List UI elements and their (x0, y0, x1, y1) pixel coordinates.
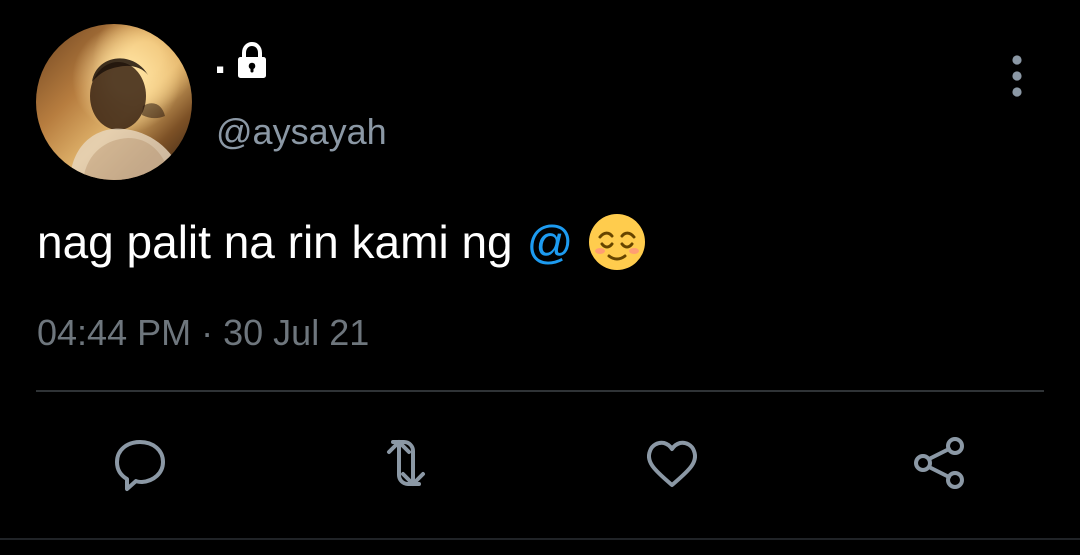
tweet-text: nag palit na rin kami ng @ (37, 212, 647, 272)
reply-button[interactable] (109, 432, 171, 494)
timestamp-separator: · (201, 312, 214, 353)
tweet-date: 30 Jul 21 (223, 312, 370, 353)
author-name-row: . (214, 34, 272, 84)
author-display-name[interactable]: . (214, 34, 226, 84)
tweet-time: 04:44 PM (37, 312, 192, 353)
tweet-text-body: nag palit na rin kami ng (37, 216, 513, 268)
more-options-icon[interactable] (1001, 52, 1033, 100)
author-handle[interactable]: @aysayah (216, 110, 387, 154)
retweet-button[interactable] (375, 432, 437, 494)
mention-link[interactable]: @ (527, 212, 574, 272)
retweet-icon (387, 440, 425, 486)
share-button[interactable] (909, 432, 971, 494)
avatar-photo (70, 58, 184, 180)
divider (36, 390, 1044, 392)
tweet-card: . @aysayah nag palit na rin kami ng @ 04… (0, 0, 1080, 555)
tweet-timestamp: 04:44 PM · 30 Jul 21 (37, 310, 369, 356)
tweet-actions (0, 432, 1080, 494)
reply-icon (115, 440, 165, 491)
like-button[interactable] (641, 432, 703, 494)
avatar[interactable] (36, 24, 192, 180)
like-icon (647, 440, 697, 487)
relieved-face-emoji-icon (589, 214, 646, 270)
lock-icon (238, 41, 267, 78)
share-icon (914, 437, 964, 489)
bottom-border (0, 538, 1080, 540)
